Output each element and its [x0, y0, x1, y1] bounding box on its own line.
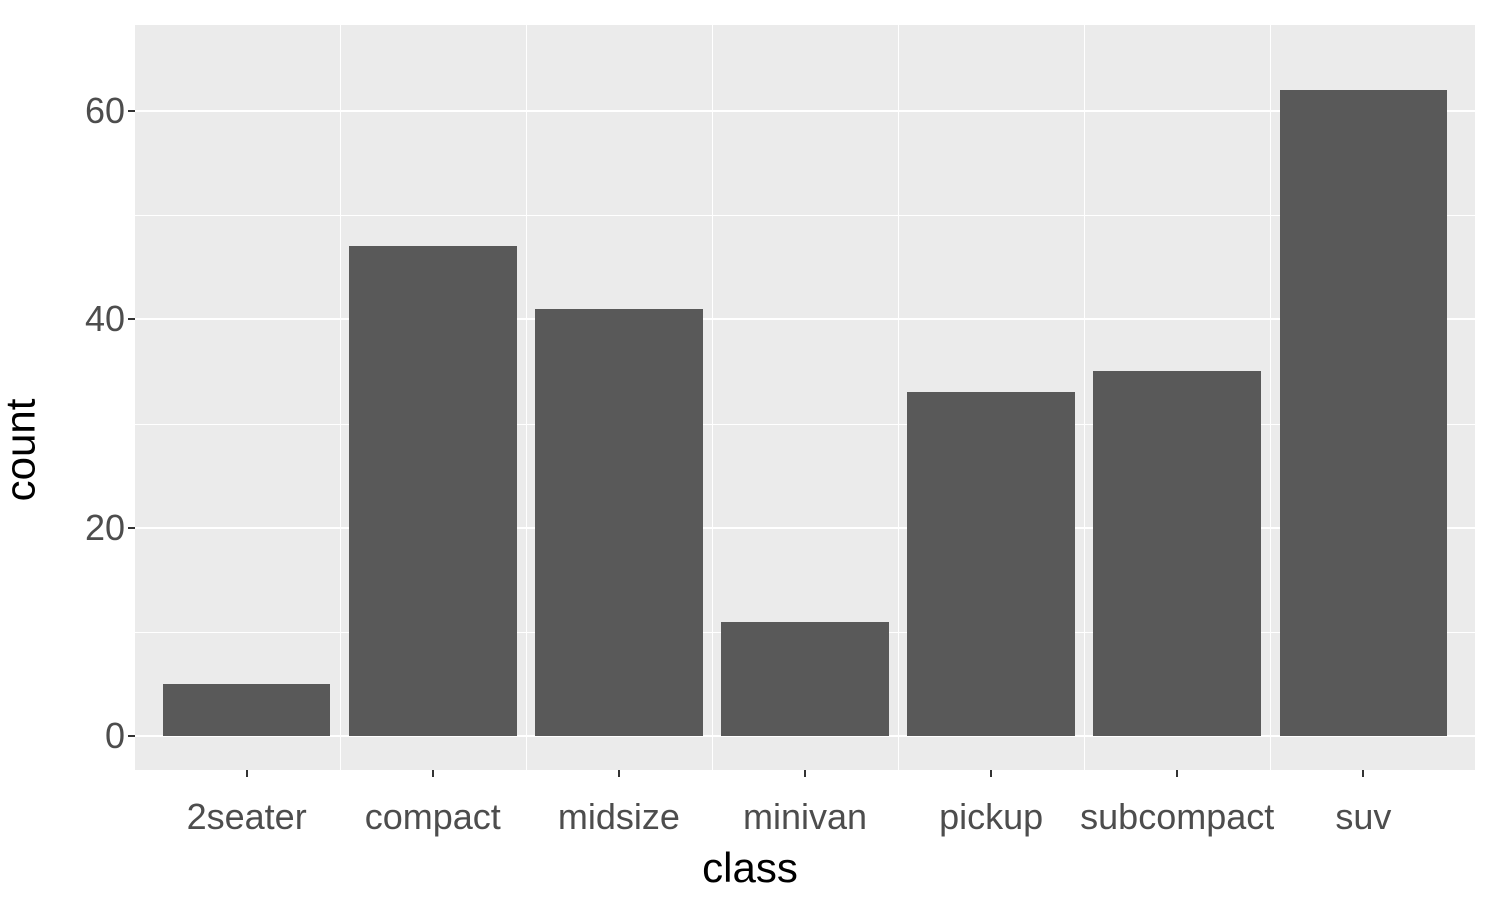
bar-chart: count class 0 20 40 60 2seater compact midsize…: [0, 0, 1500, 900]
gridline-minor: [340, 25, 341, 770]
x-tick-label: suv: [1335, 796, 1391, 838]
x-tick-label: compact: [365, 796, 501, 838]
x-tick-label: subcompact: [1080, 796, 1274, 838]
x-tick-mark: [432, 770, 434, 777]
y-tick-mark: [128, 318, 135, 320]
x-tick-mark: [804, 770, 806, 777]
bar: [907, 392, 1075, 736]
x-tick-mark: [1362, 770, 1364, 777]
y-tick-label: 60: [15, 90, 125, 132]
gridline-major: [135, 110, 1475, 112]
x-tick-mark: [1176, 770, 1178, 777]
x-tick-label: midsize: [558, 796, 680, 838]
bar: [1280, 90, 1448, 736]
y-axis-title: count: [0, 399, 44, 502]
x-tick-mark: [618, 770, 620, 777]
y-tick-label: 0: [15, 715, 125, 757]
bar: [349, 246, 517, 736]
plot-panel: [135, 25, 1475, 770]
gridline-minor: [1084, 25, 1085, 770]
bar: [535, 309, 703, 736]
x-tick-mark: [246, 770, 248, 777]
gridline-minor: [135, 215, 1475, 216]
bar: [1093, 371, 1261, 736]
y-tick-label: 20: [15, 507, 125, 549]
x-tick-label: pickup: [939, 796, 1043, 838]
gridline-minor: [898, 25, 899, 770]
gridline-minor: [1270, 25, 1271, 770]
y-tick-label: 40: [15, 298, 125, 340]
y-tick-mark: [128, 735, 135, 737]
x-tick-label: minivan: [743, 796, 867, 838]
x-tick-label: 2seater: [187, 796, 307, 838]
y-tick-mark: [128, 527, 135, 529]
x-tick-mark: [990, 770, 992, 777]
bar: [163, 684, 331, 736]
bar: [721, 622, 889, 737]
gridline-minor: [712, 25, 713, 770]
gridline-major: [135, 527, 1475, 529]
y-tick-mark: [128, 110, 135, 112]
x-axis-title: class: [0, 844, 1500, 892]
gridline-major: [135, 318, 1475, 320]
gridline-minor: [135, 424, 1475, 425]
gridline-minor: [526, 25, 527, 770]
